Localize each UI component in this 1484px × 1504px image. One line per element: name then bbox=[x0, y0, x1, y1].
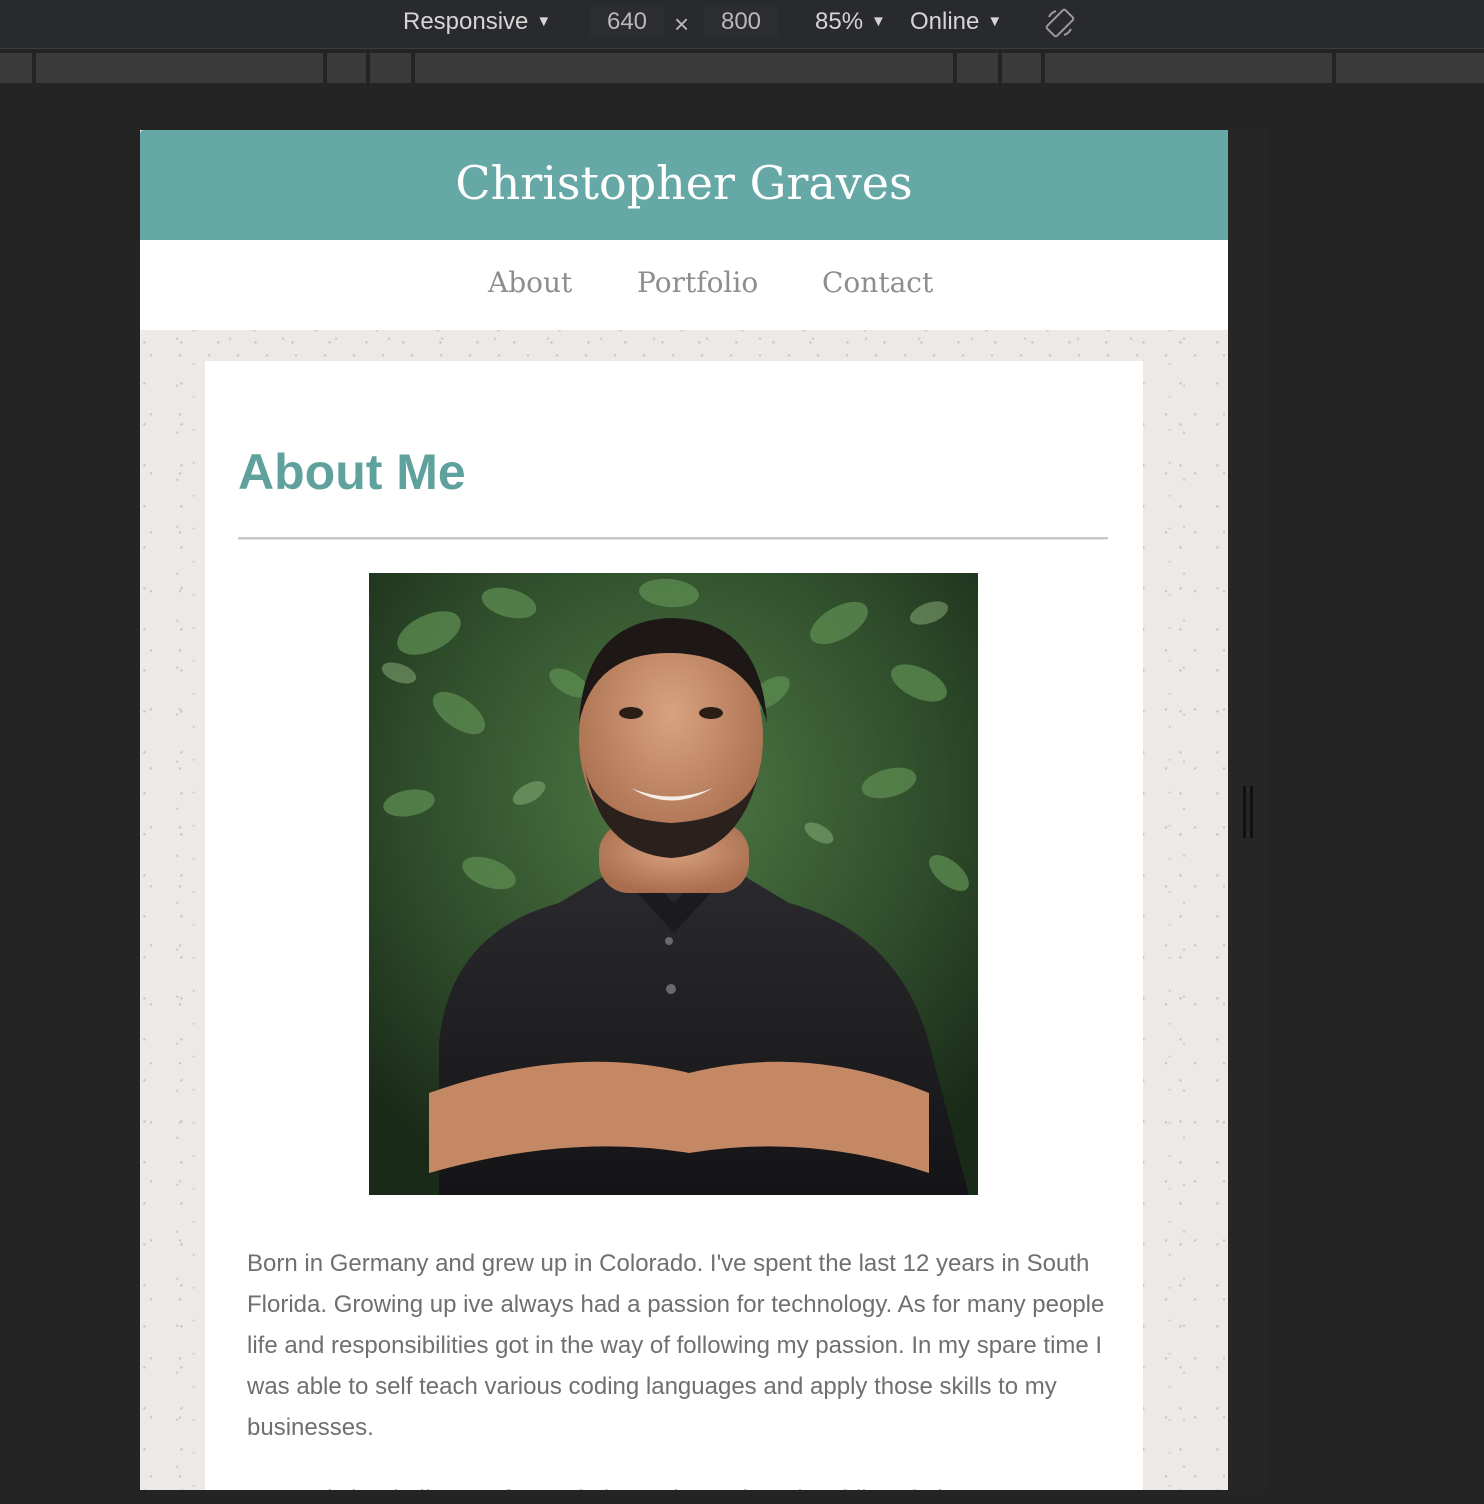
site-title: Christopher Graves bbox=[455, 156, 913, 210]
chevron-down-icon: ▼ bbox=[536, 13, 552, 30]
media-query-bar bbox=[0, 50, 1484, 84]
chevron-down-icon: ▼ bbox=[871, 13, 886, 30]
media-query-segment[interactable] bbox=[1045, 53, 1332, 83]
about-section: About Me Born in Germany and grew up in … bbox=[205, 361, 1143, 1490]
media-query-segment[interactable] bbox=[0, 53, 32, 83]
network-select-label: Online bbox=[910, 8, 980, 35]
portrait-photo bbox=[369, 573, 978, 1195]
media-query-segment[interactable] bbox=[327, 53, 366, 83]
width-input[interactable]: 640 bbox=[590, 6, 664, 38]
device-toolbar: Responsive ▼ 640 × 800 85% ▼ Online ▼ bbox=[0, 0, 1484, 49]
media-query-segment[interactable] bbox=[415, 53, 953, 83]
zoom-select[interactable]: 85% ▼ bbox=[815, 0, 886, 44]
site-nav: About Portfolio Contact bbox=[140, 240, 1228, 330]
height-input[interactable]: 800 bbox=[704, 6, 778, 38]
portrait-image bbox=[369, 573, 978, 1195]
device-viewport: Christopher Graves About Portfolio Conta… bbox=[140, 130, 1228, 1490]
nav-link-about[interactable]: About bbox=[488, 266, 572, 299]
media-query-segment[interactable] bbox=[1002, 53, 1041, 83]
media-query-segment[interactable] bbox=[1336, 53, 1484, 83]
network-throttle-select[interactable]: Online ▼ bbox=[910, 0, 1002, 44]
chevron-down-icon: ▼ bbox=[987, 13, 1003, 30]
zoom-select-label: 85% bbox=[815, 8, 864, 35]
media-query-segment[interactable] bbox=[370, 53, 411, 83]
viewport-resize-handle[interactable] bbox=[1243, 786, 1253, 838]
rotate-device-icon[interactable] bbox=[1044, 7, 1076, 39]
device-select[interactable]: Responsive ▼ bbox=[403, 0, 551, 44]
site-header: Christopher Graves bbox=[140, 130, 1228, 240]
section-title: About Me bbox=[238, 444, 466, 500]
section-divider bbox=[238, 537, 1108, 540]
nav-link-portfolio[interactable]: Portfolio bbox=[637, 266, 758, 299]
dimension-separator: × bbox=[674, 9, 690, 39]
nav-link-contact[interactable]: Contact bbox=[822, 266, 933, 299]
bio-paragraph: Born in Germany and grew up in Colorado.… bbox=[247, 1250, 1105, 1441]
device-select-label: Responsive bbox=[403, 8, 529, 35]
media-query-segment[interactable] bbox=[957, 53, 998, 83]
bio-paragraph-next: Currently i've built out a few websites … bbox=[247, 1479, 1117, 1490]
media-query-segment[interactable] bbox=[36, 53, 323, 83]
